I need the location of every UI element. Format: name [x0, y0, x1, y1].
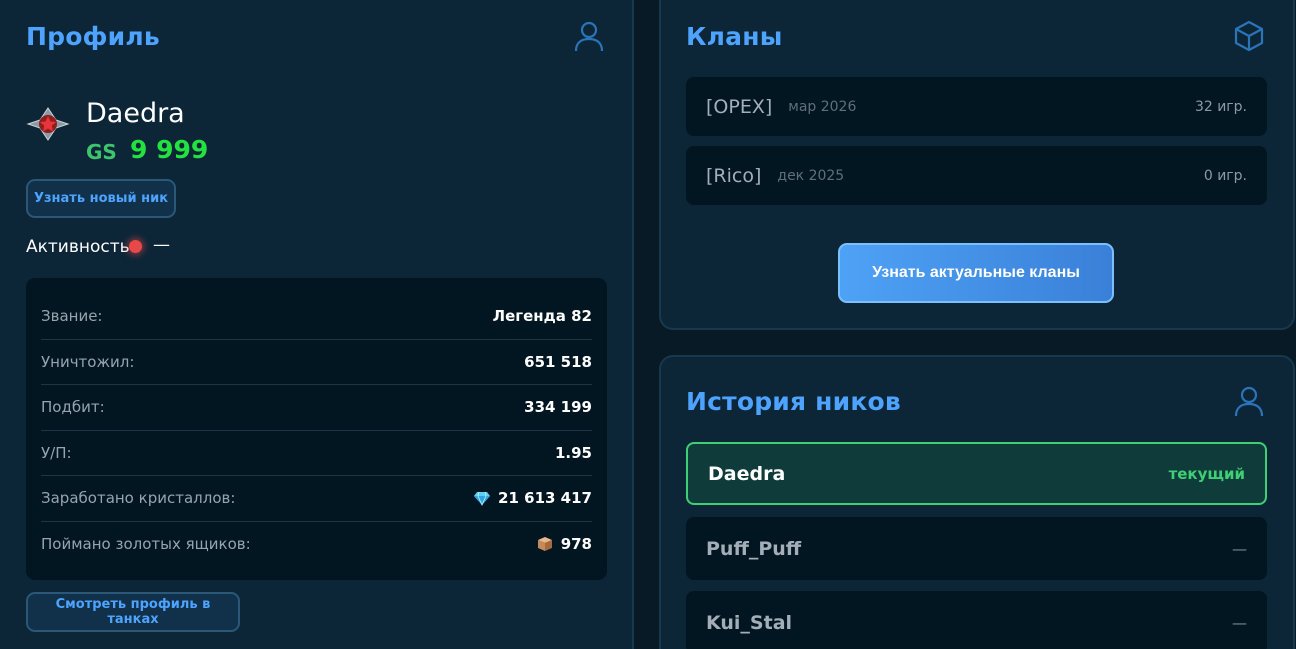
- nick-history-title: История ников: [686, 387, 901, 416]
- clan-item[interactable]: [Rico] дек 2025 0 игр.: [686, 146, 1267, 205]
- clan-tag: [OPEX]: [706, 95, 773, 118]
- stat-value: 978: [537, 535, 592, 553]
- user-icon: [572, 19, 606, 53]
- nick-name: Puff_Puff: [706, 537, 802, 560]
- crystal-icon: [474, 492, 491, 507]
- nick-history-item-current[interactable]: Daedra текущий: [686, 442, 1267, 505]
- stat-label: Подбит:: [41, 398, 105, 417]
- clan-date: мар 2026: [788, 98, 857, 115]
- user-icon: [1232, 384, 1266, 418]
- nick-history-item[interactable]: Kui_Stal —: [686, 591, 1267, 649]
- stat-value: 651 518: [524, 352, 592, 371]
- clan-games: 32 игр.: [1194, 98, 1247, 115]
- stat-label: Уничтожил:: [41, 352, 135, 371]
- nick-status: текущий: [1168, 464, 1245, 483]
- stat-label: Заработано кристаллов:: [41, 489, 236, 508]
- view-tank-profile-button[interactable]: Смотреть профиль в танках: [26, 592, 240, 632]
- stat-value: 1.95: [554, 443, 592, 462]
- stats-table: Звание: Легенда 82 Уничтожил: 651 518 По…: [26, 278, 607, 580]
- nick-name: Kui_Stal: [706, 611, 793, 634]
- stat-label: У/П:: [41, 443, 72, 462]
- clan-date: дек 2025: [777, 167, 845, 184]
- stat-row-rank: Звание: Легенда 82: [41, 294, 592, 340]
- activity-status-dot: [129, 240, 142, 253]
- stat-row-crystals: Заработано кристаллов: 21 613 417: [41, 476, 592, 522]
- profile-nickname: Daedra: [86, 98, 185, 129]
- nick-name: Daedra: [708, 462, 786, 485]
- nick-history-item[interactable]: Puff_Puff —: [686, 517, 1267, 580]
- clans-title: Кланы: [686, 22, 783, 51]
- activity-value: —: [153, 235, 170, 255]
- stat-value: Легенда 82: [492, 307, 592, 326]
- gs-value: 9 999: [130, 135, 209, 164]
- nick-status: —: [1232, 613, 1247, 632]
- new-nick-button[interactable]: Узнать новый ник: [26, 179, 176, 218]
- actual-clans-button[interactable]: Узнать актуальные кланы: [838, 243, 1114, 303]
- stat-label: Звание:: [41, 307, 103, 326]
- rank-star-icon: [26, 102, 70, 146]
- activity-label: Активность: [26, 237, 130, 257]
- clan-tag: [Rico]: [706, 164, 762, 187]
- stat-value: 334 199: [524, 398, 592, 417]
- gs-label: GS: [86, 140, 117, 164]
- cube-icon: [1232, 19, 1266, 53]
- gold-box-icon: [537, 537, 552, 552]
- profile-title: Профиль: [26, 22, 160, 51]
- stat-label: Поймано золотых ящиков:: [41, 535, 251, 554]
- nick-status: —: [1232, 539, 1247, 558]
- stat-value: 21 613 417: [474, 489, 592, 507]
- stat-row-kills: Уничтожил: 651 518: [41, 340, 592, 385]
- stat-row-deaths: Подбит: 334 199: [41, 385, 592, 431]
- clan-games: 0 игр.: [1203, 167, 1247, 184]
- clan-item[interactable]: [OPEX] мар 2026 32 игр.: [686, 77, 1267, 136]
- stat-row-gold-boxes: Поймано золотых ящиков: 978: [41, 522, 592, 568]
- stat-row-kd: У/П: 1.95: [41, 431, 592, 476]
